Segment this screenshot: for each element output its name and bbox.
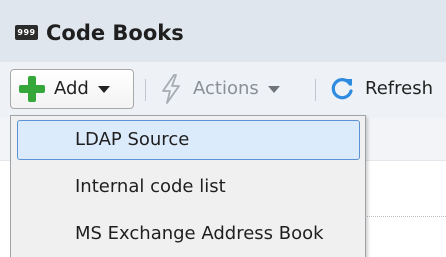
refresh-button-label: Refresh	[365, 78, 433, 99]
caret-down-icon	[97, 85, 110, 93]
actions-button-label: Actions	[193, 78, 259, 99]
codebook-icon: 999	[15, 25, 38, 40]
lightning-icon	[162, 74, 180, 104]
caret-down-icon	[267, 85, 280, 93]
refresh-icon	[331, 78, 353, 100]
add-button[interactable]: Add	[10, 69, 134, 109]
menu-item-ldap-source[interactable]: LDAP Source	[17, 120, 360, 160]
toolbar-separator	[145, 79, 146, 101]
actions-button[interactable]: Actions	[159, 69, 280, 109]
add-button-label: Add	[54, 78, 89, 99]
add-dropdown-menu: LDAP Source Internal code list MS Exchan…	[10, 115, 366, 257]
refresh-button[interactable]: Refresh	[329, 69, 433, 109]
plus-icon	[18, 75, 46, 103]
menu-item-internal-code-list[interactable]: Internal code list	[17, 167, 360, 207]
page-title: Code Books	[46, 21, 184, 45]
title-bar: 999 Code Books	[0, 0, 446, 62]
menu-item-ms-exchange-address-book[interactable]: MS Exchange Address Book	[17, 214, 360, 254]
toolbar-separator	[315, 79, 316, 101]
